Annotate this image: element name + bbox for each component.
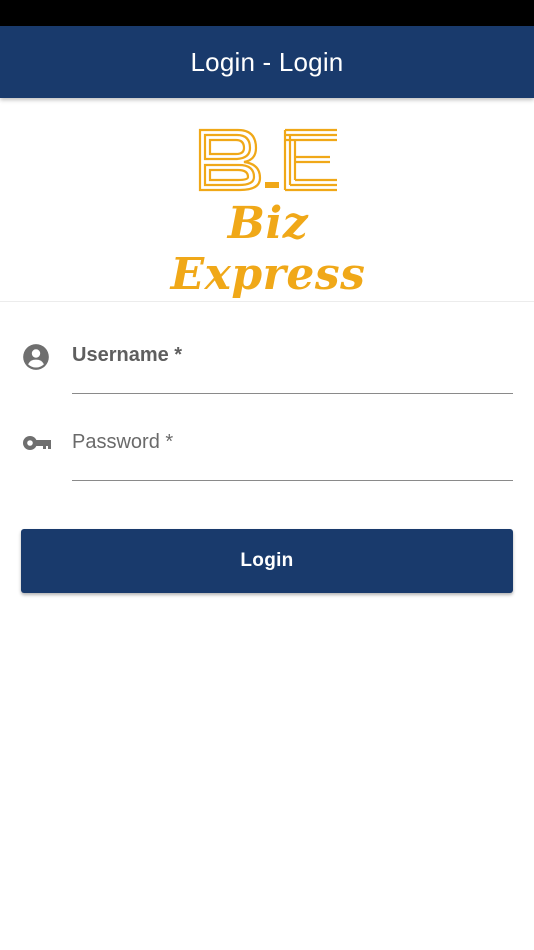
page-title: Login - Login [190,46,344,77]
password-row: Password * [0,418,534,482]
password-underline [72,480,513,481]
brand-name: Biz Express [170,198,366,300]
login-button[interactable]: Login [21,529,513,593]
username-underline [72,393,513,394]
key-icon [23,436,51,450]
password-input[interactable] [72,440,513,480]
logo-area: Biz Express [0,98,534,302]
status-bar [0,0,534,26]
app-bar: Login - Login [0,26,534,98]
username-input[interactable] [72,352,513,392]
account-circle-icon [23,344,49,370]
username-row: Username * [0,330,534,394]
